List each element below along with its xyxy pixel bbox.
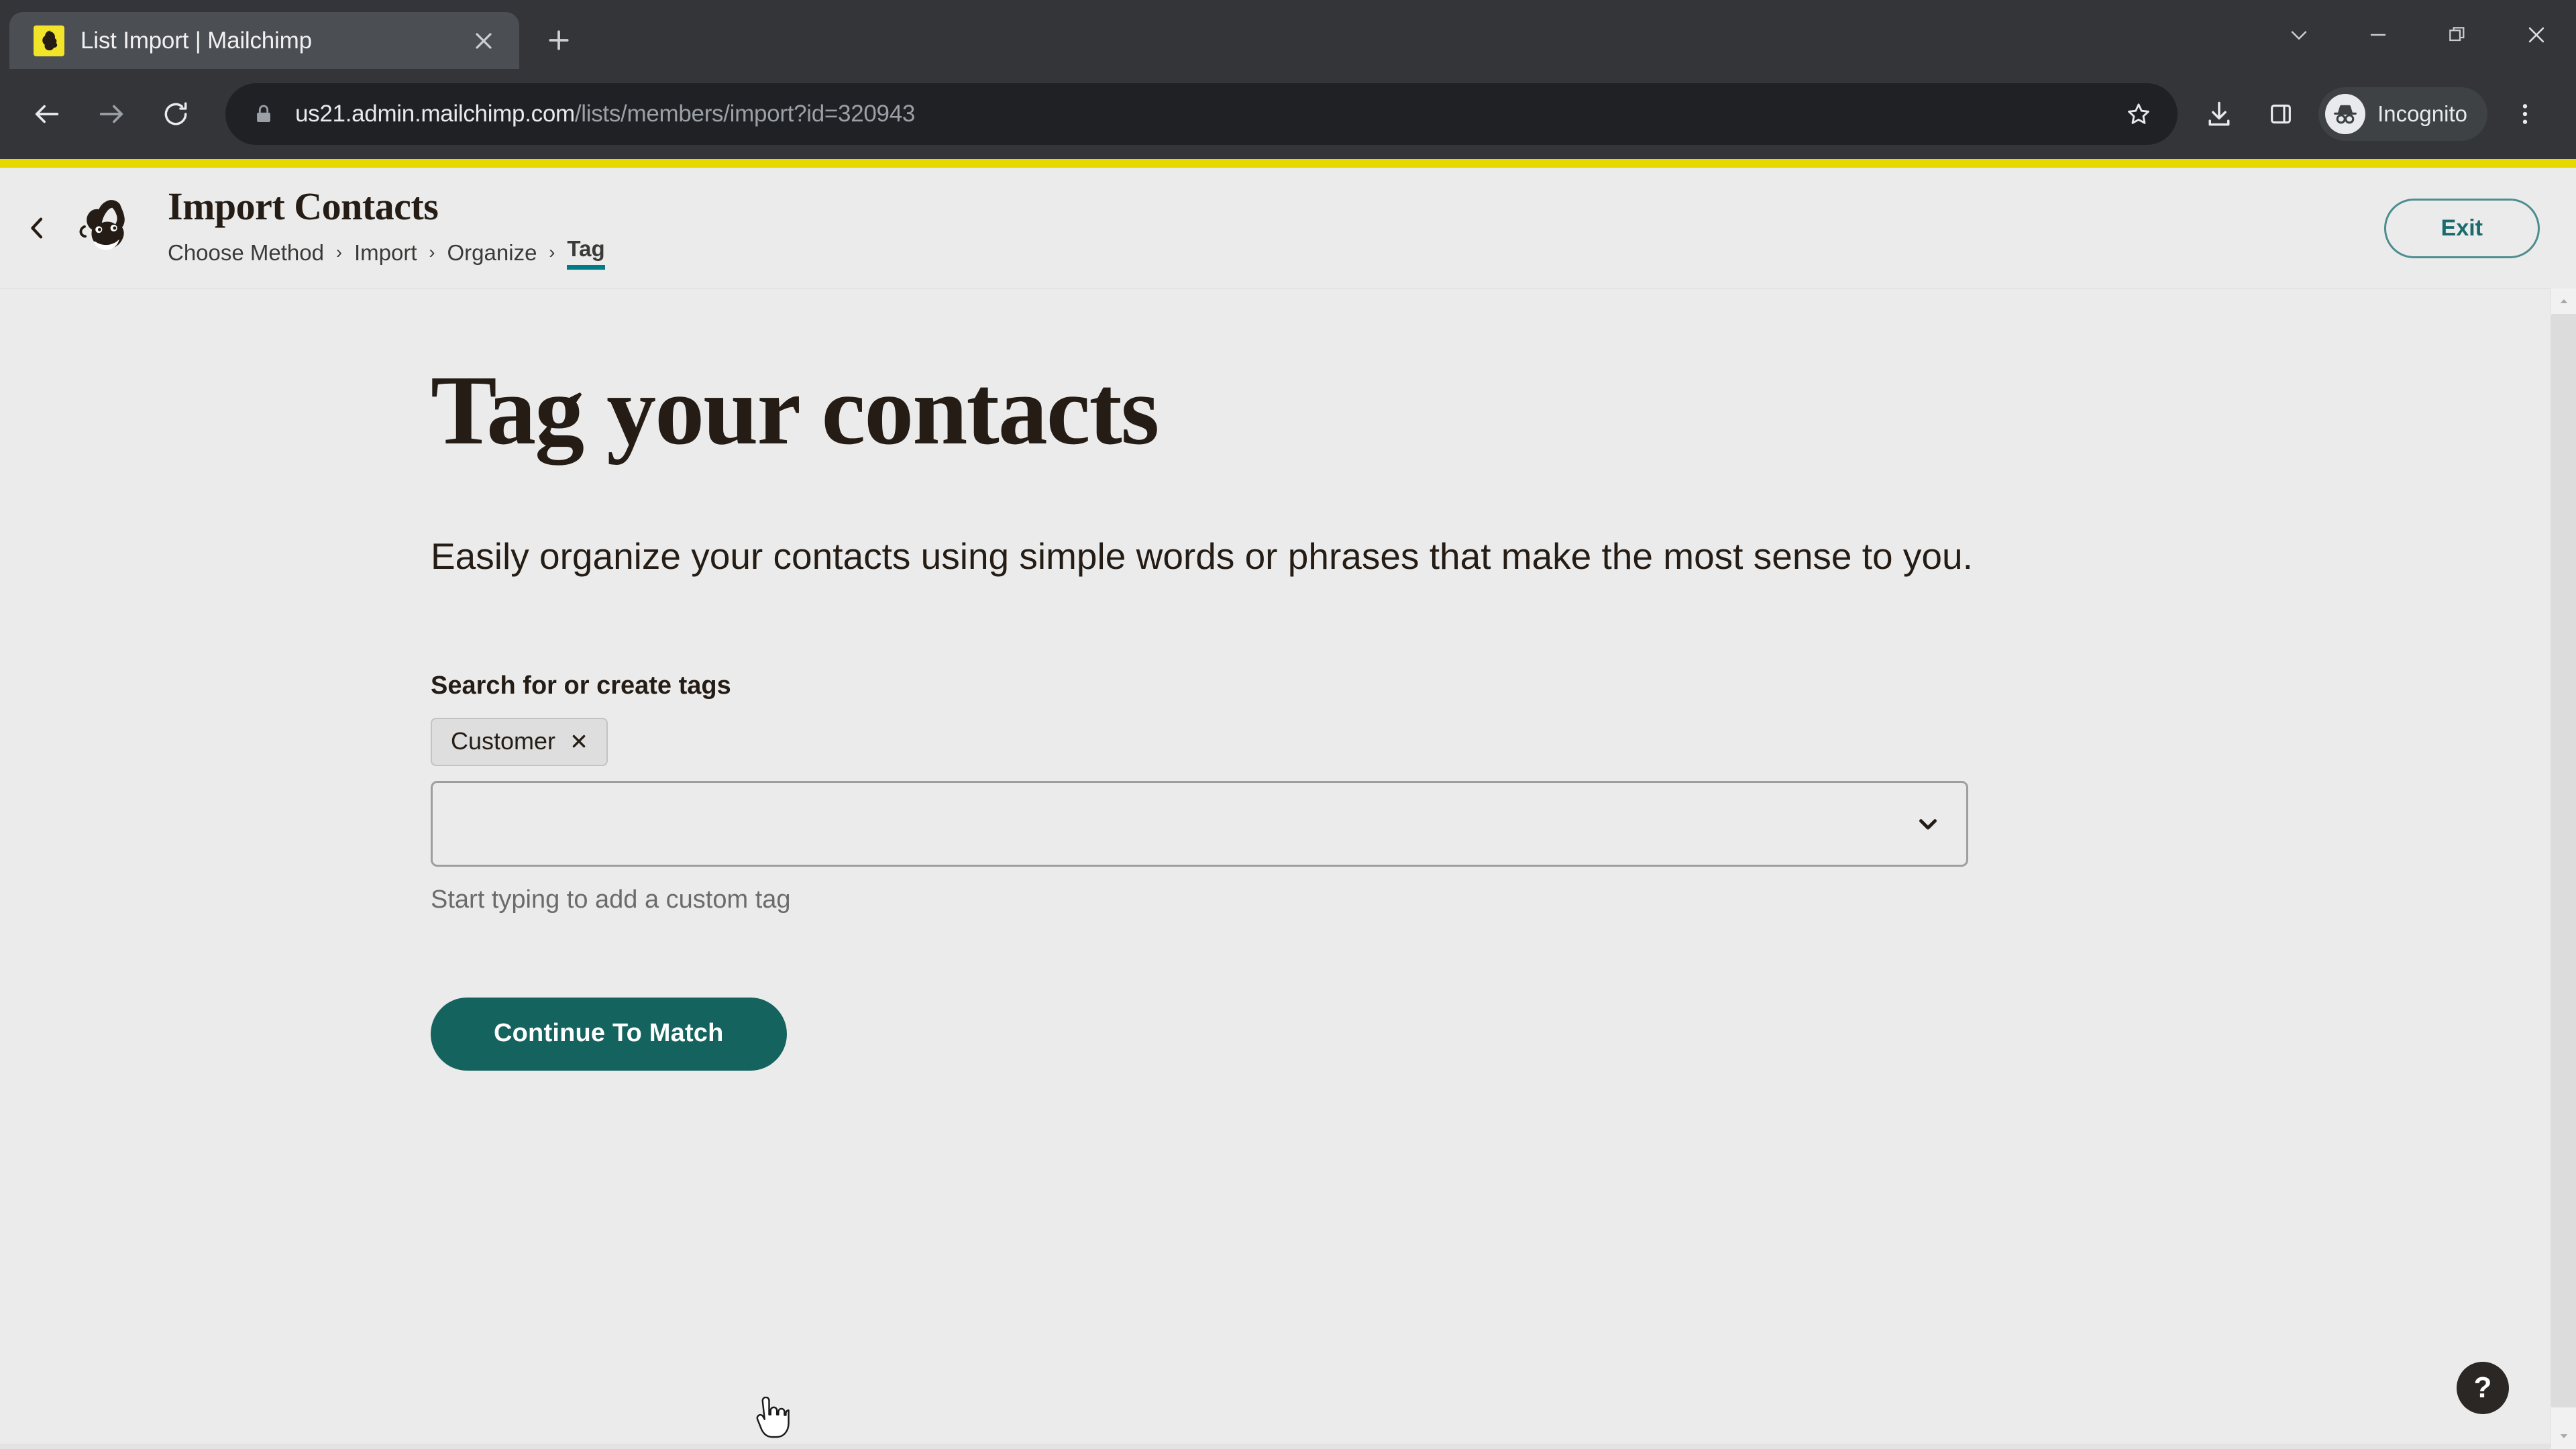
side-panel-icon[interactable] (2250, 83, 2312, 145)
restore-icon[interactable] (2418, 0, 2497, 69)
breadcrumb-item-import[interactable]: Import (354, 240, 417, 266)
tag-chip-label: Customer (451, 727, 556, 755)
header-text-group: Import Contacts Choose Method › Import ›… (168, 186, 2384, 270)
breadcrumb-item-choose-method[interactable]: Choose Method (168, 240, 324, 266)
remove-tag-icon[interactable] (570, 733, 588, 750)
tab-strip: List Import | Mailchimp (0, 0, 2576, 69)
mailchimp-freddie-logo (79, 200, 125, 250)
scrollbar-thumb[interactable] (2551, 314, 2576, 1407)
page-bottom-edge (0, 1444, 2551, 1449)
page-viewport: Import Contacts Choose Method › Import ›… (0, 159, 2576, 1449)
bookmark-star-icon[interactable] (2113, 89, 2164, 140)
breadcrumb-separator-icon: › (335, 242, 342, 263)
exit-button[interactable]: Exit (2383, 198, 2540, 258)
continue-to-match-button[interactable]: Continue To Match (431, 997, 787, 1071)
page-title: Import Contacts (168, 184, 439, 229)
breadcrumb: Choose Method › Import › Organize › Tag (168, 236, 2384, 270)
breadcrumb-item-tag[interactable]: Tag (567, 236, 605, 270)
page-content: Tag your contacts Easily organize your c… (0, 288, 2551, 1449)
app-header: Import Contacts Choose Method › Import ›… (0, 168, 2576, 288)
tab-title: List Import | Mailchimp (80, 27, 312, 54)
main-subheading: Easily organize your contacts using simp… (431, 535, 1973, 578)
close-icon[interactable] (2497, 0, 2576, 69)
tab-close-icon[interactable] (466, 23, 502, 59)
browser-tab[interactable]: List Import | Mailchimp (9, 12, 519, 69)
back-chevron-icon[interactable] (12, 203, 63, 254)
minimize-icon[interactable] (2339, 0, 2418, 69)
tag-search-input[interactable] (431, 780, 1968, 867)
incognito-profile-button[interactable]: Incognito (2318, 87, 2487, 141)
page-scrollbar[interactable] (2551, 288, 2576, 1449)
lock-icon (252, 103, 275, 125)
scroll-down-arrow-icon[interactable] (2551, 1424, 2576, 1449)
url-host: us21.admin.mailchimp.com (295, 101, 575, 127)
three-dot-menu-icon[interactable] (2494, 83, 2556, 145)
chevron-down-icon[interactable] (2259, 0, 2339, 69)
incognito-label: Incognito (2377, 101, 2467, 126)
reload-button[interactable] (144, 82, 208, 146)
incognito-icon (2325, 94, 2366, 134)
address-bar[interactable]: us21.admin.mailchimp.com/lists/members/i… (225, 83, 2178, 145)
scroll-up-arrow-icon[interactable] (2551, 288, 2576, 314)
brand-accent-bar (0, 159, 2576, 168)
content-column: Tag your contacts Easily organize your c… (0, 289, 2551, 1071)
forward-button[interactable] (79, 82, 144, 146)
browser-toolbar: us21.admin.mailchimp.com/lists/members/i… (0, 69, 2576, 159)
mailchimp-favicon (34, 25, 64, 56)
new-tab-button[interactable] (535, 17, 582, 64)
downloads-icon[interactable] (2188, 83, 2250, 145)
tag-chip-customer[interactable]: Customer (431, 717, 608, 766)
scrollbar-track[interactable] (2551, 314, 2576, 1424)
help-question-icon: ? (2473, 1371, 2492, 1404)
breadcrumb-item-organize[interactable]: Organize (447, 240, 537, 266)
tag-field-helper-text: Start typing to add a custom tag (431, 885, 791, 914)
url-text: us21.admin.mailchimp.com/lists/members/i… (295, 101, 915, 127)
window-controls (2259, 0, 2576, 69)
breadcrumb-separator-icon: › (549, 242, 555, 263)
selected-tags-list: Customer (431, 717, 2551, 766)
browser-window: List Import | Mailchimp us21.admin.mailc… (0, 0, 2576, 1449)
breadcrumb-separator-icon: › (429, 242, 435, 263)
chevron-down-icon[interactable] (1914, 810, 1942, 838)
main-heading: Tag your contacts (431, 356, 1159, 466)
back-button[interactable] (15, 82, 79, 146)
url-path: /lists/members/import?id=320943 (574, 101, 916, 127)
tag-field-label: Search for or create tags (431, 671, 731, 700)
help-button[interactable]: ? (2457, 1362, 2509, 1414)
